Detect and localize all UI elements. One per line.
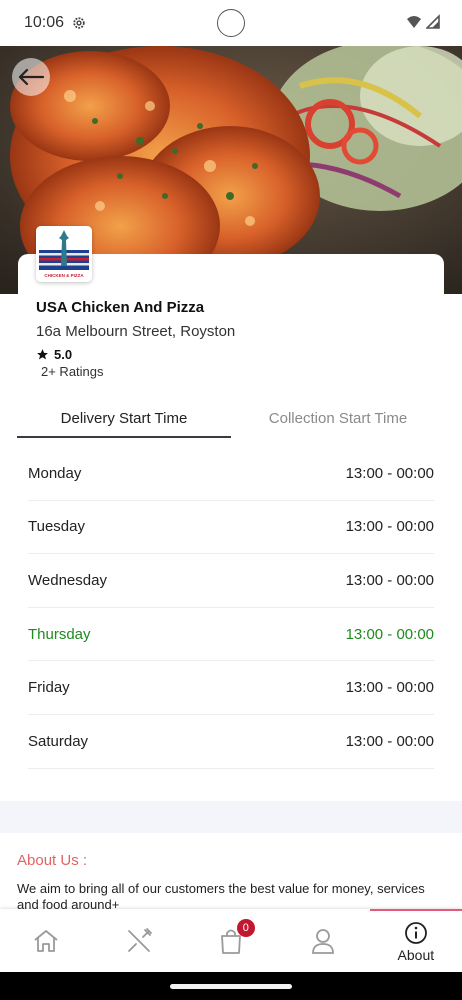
- restaurant-address: 16a Melbourn Street, Royston: [36, 323, 236, 340]
- status-icons: [406, 14, 440, 30]
- tab-collection-start-time[interactable]: Collection Start Time: [231, 398, 445, 438]
- day-label: Friday: [28, 679, 70, 697]
- day-label: Monday: [28, 464, 82, 482]
- home-icon: [34, 929, 58, 952]
- day-label: Wednesday: [28, 571, 107, 589]
- svg-text:CHICKEN & PIZZA: CHICKEN & PIZZA: [44, 273, 84, 278]
- nav-menu[interactable]: [92, 909, 184, 972]
- hours-row-saturday: Saturday 13:00 - 00:00: [28, 715, 434, 769]
- nav-home[interactable]: [0, 909, 92, 972]
- tab-delivery-start-time[interactable]: Delivery Start Time: [17, 398, 231, 438]
- hours-row-friday: Friday 13:00 - 00:00: [28, 661, 434, 715]
- time-range: 13:00 - 00:00: [345, 625, 434, 643]
- start-time-tabs: Delivery Start Time Collection Start Tim…: [17, 398, 445, 438]
- restaurant-logo: CHICKEN & PIZZA: [36, 226, 92, 282]
- nav-account[interactable]: [277, 909, 369, 972]
- back-button[interactable]: [12, 58, 50, 96]
- day-label: Thursday: [28, 625, 91, 643]
- time-range: 13:00 - 00:00: [345, 732, 434, 750]
- status-time: 10:06: [24, 14, 65, 31]
- nav-about[interactable]: About: [369, 909, 462, 972]
- time-range: 13:00 - 00:00: [345, 571, 434, 589]
- wifi-icon: [407, 16, 421, 28]
- utensils-icon: [127, 927, 152, 952]
- star-icon: [37, 349, 48, 360]
- day-label: Saturday: [28, 732, 89, 750]
- ratings-count: 2+ Ratings: [41, 364, 104, 379]
- rating-value: 5.0: [54, 347, 73, 362]
- opening-hours-list: Monday 13:00 - 00:00 Tuesday 13:00 - 00:…: [28, 447, 434, 769]
- nav-about-label: About: [397, 946, 435, 963]
- rating-row: 5.0: [36, 347, 72, 362]
- restaurant-name: USA Chicken And Pizza: [36, 299, 205, 316]
- hours-row-wednesday: Wednesday 13:00 - 00:00: [28, 554, 434, 608]
- time-range: 13:00 - 00:00: [345, 464, 434, 482]
- time-range: 13:00 - 00:00: [345, 518, 434, 536]
- home-gesture-pill[interactable]: [170, 984, 292, 989]
- user-icon: [312, 928, 335, 954]
- arrow-left-icon: [18, 68, 45, 86]
- camera-cutout: [217, 9, 245, 37]
- cart-count-badge: 0: [236, 919, 255, 937]
- hours-row-thursday: Thursday 13:00 - 00:00: [28, 608, 434, 662]
- section-divider-band: [0, 801, 462, 833]
- signal-icon: [426, 14, 440, 29]
- day-label: Tuesday: [28, 518, 85, 536]
- settings-gear-icon: [73, 17, 85, 29]
- info-icon: [404, 921, 427, 944]
- nav-cart[interactable]: 0: [185, 909, 277, 972]
- time-range: 13:00 - 00:00: [345, 679, 434, 697]
- hours-row-tuesday: Tuesday 13:00 - 00:00: [28, 501, 434, 555]
- about-title: About Us :: [17, 852, 88, 869]
- hours-row-monday: Monday 13:00 - 00:00: [28, 447, 434, 501]
- bottom-nav: 0 About: [0, 909, 462, 972]
